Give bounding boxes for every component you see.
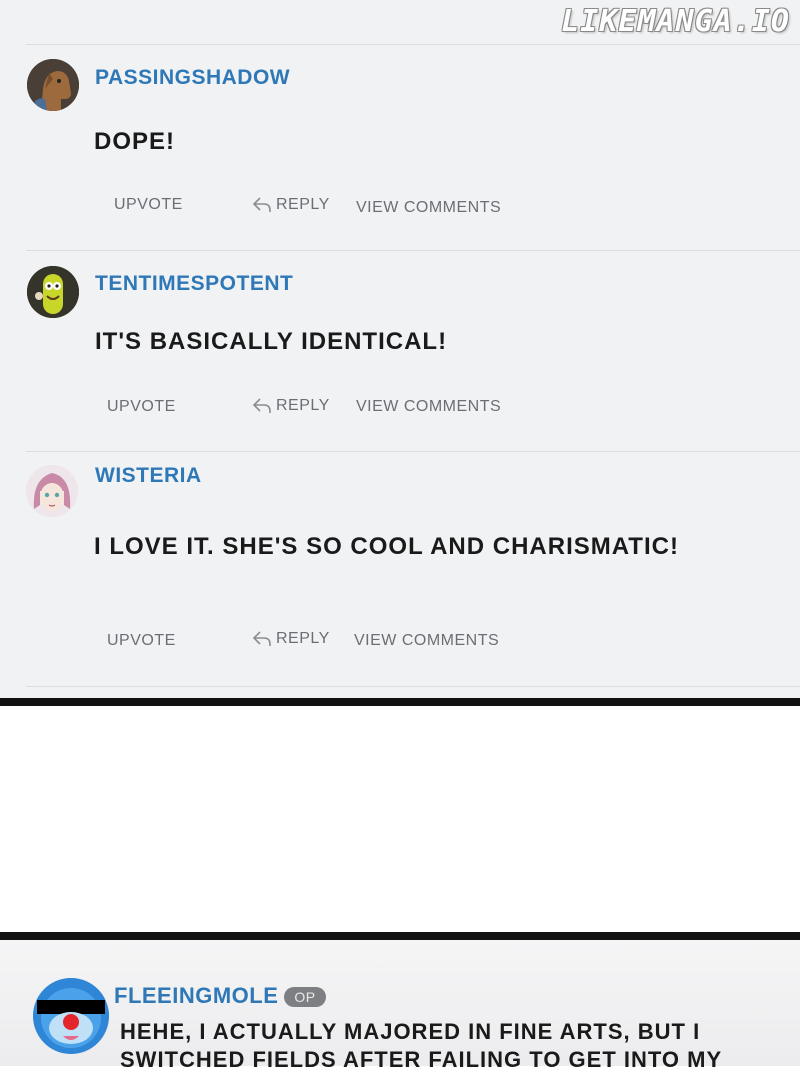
watermark: LIKEMANGA.IO — [561, 4, 790, 39]
comments-panel: LIKEMANGA.IO PASSINGSHADOW DOPE! UPVOTE … — [0, 0, 800, 698]
upvote-button[interactable]: UPVOTE — [107, 398, 176, 416]
reply-button[interactable]: REPLY — [252, 397, 330, 415]
reply-button[interactable]: REPLY — [252, 630, 330, 648]
reply-label: REPLY — [276, 196, 330, 213]
panel-border — [0, 932, 800, 940]
comment-username[interactable]: TENTIMESPOTENT — [95, 272, 293, 296]
upvote-label: UPVOTE — [107, 398, 176, 415]
upvote-button[interactable]: UPVOTE — [107, 632, 176, 650]
comment-username[interactable]: PASSINGSHADOW — [95, 66, 290, 90]
view-comments-label: VIEW COMMENTS — [356, 398, 502, 415]
view-comments-button[interactable]: VIEW COMMENTS — [354, 632, 499, 650]
avatar-horse[interactable] — [27, 59, 79, 111]
view-comments-button[interactable]: VIEW COMMENTS — [356, 398, 501, 416]
divider — [26, 44, 800, 45]
op-comment-line: SWITCHED FIELDS AFTER FAILING TO GET INT… — [120, 1047, 723, 1072]
view-comments-label: VIEW COMMENTS — [356, 199, 502, 216]
upvote-label: UPVOTE — [114, 196, 183, 213]
reply-label: REPLY — [276, 630, 330, 647]
comment-username[interactable]: WISTERIA — [95, 464, 202, 488]
op-badge: OP — [284, 987, 326, 1008]
avatar-anime-girl[interactable] — [26, 465, 78, 517]
divider — [26, 451, 800, 452]
op-comment-line: HEHE, I ACTUALLY MAJORED IN FINE ARTS, B… — [120, 1019, 701, 1044]
comment-text: DOPE! — [94, 128, 176, 155]
view-comments-button[interactable]: VIEW COMMENTS — [356, 199, 501, 217]
avatar-cucumber[interactable] — [27, 266, 79, 318]
divider — [26, 686, 800, 687]
comment-text: I LOVE IT. SHE'S SO COOL AND CHARISMATIC… — [94, 533, 679, 560]
upvote-button[interactable]: UPVOTE — [114, 196, 183, 214]
reply-icon — [252, 398, 271, 413]
view-comments-label: VIEW COMMENTS — [354, 632, 500, 649]
upvote-label: UPVOTE — [107, 632, 176, 649]
comment-text: IT'S BASICALLY IDENTICAL! — [95, 328, 448, 355]
reply-button[interactable]: REPLY — [252, 196, 330, 214]
avatar-mole[interactable] — [33, 978, 109, 1054]
reply-label: REPLY — [276, 397, 330, 414]
panel-border — [0, 698, 800, 706]
divider — [26, 250, 800, 251]
reply-icon — [252, 631, 271, 646]
op-username: FLEEINGMOLE — [114, 983, 279, 1008]
comment-username[interactable]: FLEEINGMOLE OP — [114, 983, 326, 1009]
reply-icon — [252, 197, 271, 212]
